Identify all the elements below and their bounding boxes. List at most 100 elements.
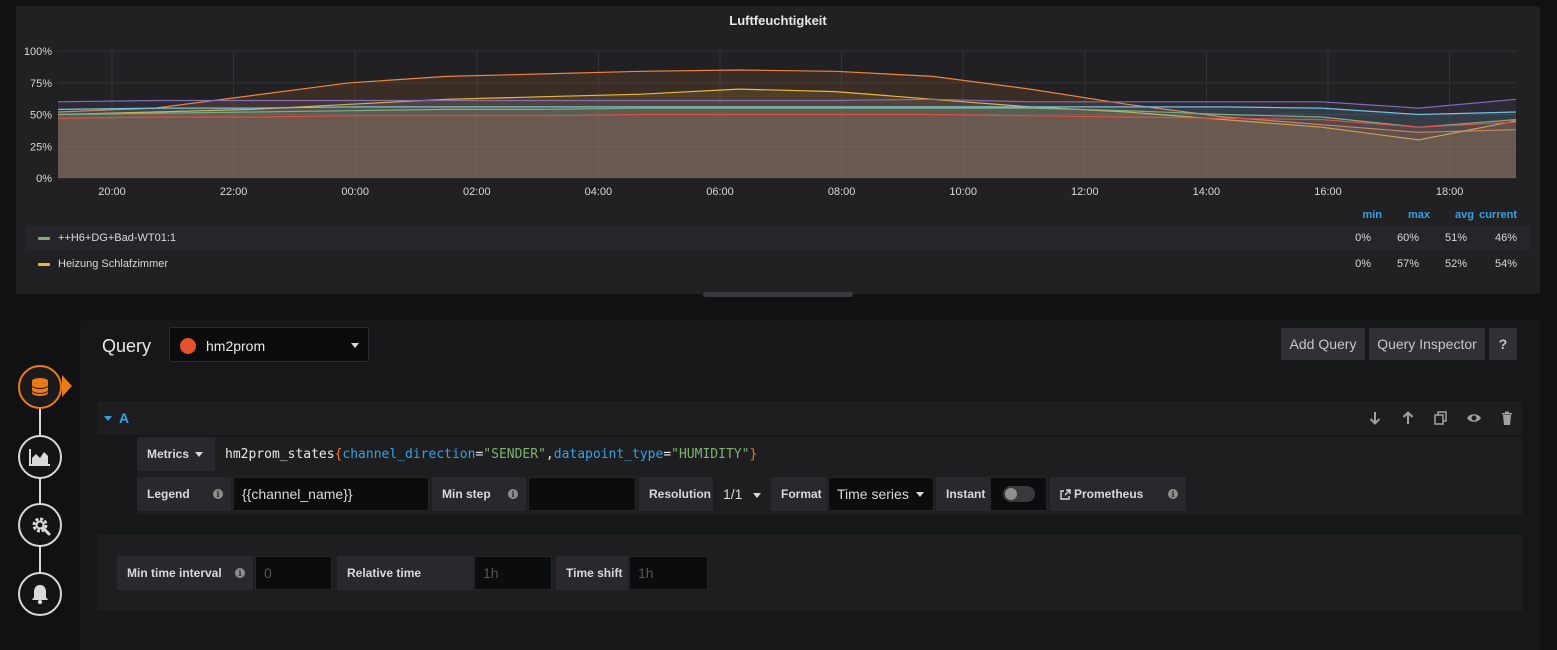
- resolution-label: Resolution: [639, 477, 713, 511]
- relative-time-input[interactable]: 1h: [474, 556, 552, 590]
- area-chart-icon: [29, 449, 50, 466]
- nav-general-button[interactable]: [18, 503, 62, 547]
- min-interval-label-text: Min time interval: [127, 566, 222, 580]
- info-icon[interactable]: i: [213, 489, 223, 499]
- x-tick-label: 18:00: [1436, 186, 1464, 198]
- legend-row[interactable]: Heizung Schlafzimmer 0% 57% 52% 54%: [26, 252, 1530, 276]
- relative-time-label: Relative time: [337, 556, 473, 590]
- y-tick-label: 50%: [30, 110, 52, 122]
- legend-min: 0%: [1355, 232, 1371, 244]
- x-tick-label: 16:00: [1314, 186, 1342, 198]
- info-icon[interactable]: i: [1168, 489, 1178, 499]
- expr-label-key: channel_direction: [342, 446, 476, 462]
- min-step-input[interactable]: [528, 477, 636, 511]
- query-ref-id[interactable]: A: [119, 410, 129, 426]
- query-inspector-button[interactable]: Query Inspector: [1369, 328, 1485, 360]
- query-builder: Metrics hm2prom_states{channel_direction…: [137, 437, 1522, 515]
- legend-label-text: Legend: [147, 487, 190, 501]
- prometheus-link[interactable]: Prometheus i: [1050, 477, 1186, 511]
- legend-color-swatch[interactable]: [38, 237, 50, 240]
- legend-header-avg[interactable]: avg: [1430, 209, 1474, 221]
- expr-operator: =: [663, 446, 672, 462]
- min-step-field-label: Min step i: [432, 477, 526, 511]
- legend-current: 54%: [1494, 258, 1517, 270]
- nav-connector-line: [39, 400, 41, 600]
- x-tick-label: 08:00: [828, 186, 856, 198]
- expr-label-value: "SENDER": [483, 446, 546, 462]
- x-tick-label: 12:00: [1071, 186, 1099, 198]
- expr-metric-name: hm2prom_states: [225, 446, 335, 462]
- toggle-knob: [1005, 488, 1017, 500]
- chevron-down-icon: [351, 343, 359, 348]
- info-icon[interactable]: i: [508, 489, 518, 499]
- gear-wrench-icon: [32, 517, 51, 536]
- format-label: Format: [771, 477, 827, 511]
- legend-current: 46%: [1494, 232, 1517, 244]
- nav-visualization-button[interactable]: [18, 435, 62, 479]
- panel-resize-handle[interactable]: [703, 292, 853, 297]
- instant-label: Instant: [936, 477, 990, 511]
- min-step-label-text: Min step: [442, 487, 491, 501]
- legend-header-min[interactable]: min: [1334, 209, 1382, 221]
- legend-header-max[interactable]: max: [1382, 209, 1430, 221]
- query-row-header[interactable]: A: [97, 401, 1522, 435]
- nav-queries-button[interactable]: [18, 365, 62, 409]
- min-interval-field-label: Min time interval i: [117, 556, 253, 590]
- legend-series-name[interactable]: ++H6+DG+Bad-WT01:1: [58, 232, 176, 244]
- expr-operator: =: [475, 446, 484, 462]
- legend-header-current[interactable]: current: [1474, 209, 1517, 221]
- prometheus-icon: [180, 338, 196, 354]
- query-section-title: Query: [102, 336, 152, 356]
- legend-max: 57%: [1396, 258, 1419, 270]
- instant-toggle-container: [990, 477, 1047, 511]
- resolution-value: 1/1: [723, 486, 743, 502]
- legend-color-swatch[interactable]: [38, 263, 50, 266]
- y-tick-label: 25%: [30, 141, 52, 153]
- expr-brace: {: [334, 446, 343, 462]
- legend-row[interactable]: ++H6+DG+Bad-WT01:1 0% 60% 51% 46%: [26, 226, 1530, 250]
- legend-series-name[interactable]: Heizung Schlafzimmer: [58, 258, 168, 270]
- legend-avg: 52%: [1444, 258, 1467, 270]
- expr-label-key: datapoint_type: [553, 446, 664, 462]
- promql-expression-input[interactable]: hm2prom_states{channel_direction = "SENDER…: [217, 437, 757, 471]
- x-tick-label: 02:00: [463, 186, 491, 198]
- legend-min: 0%: [1355, 258, 1371, 270]
- add-query-button[interactable]: Add Query: [1281, 328, 1365, 360]
- legend-format-input[interactable]: {{channel_name}}: [233, 477, 429, 511]
- expr-comma: ,: [545, 446, 554, 462]
- format-value: Time series: [837, 486, 909, 502]
- prometheus-link-text: Prometheus: [1074, 487, 1144, 501]
- metrics-label: Metrics: [147, 447, 190, 461]
- move-up-icon[interactable]: [1400, 410, 1416, 426]
- info-icon[interactable]: i: [235, 568, 245, 578]
- x-tick-label: 20:00: [98, 186, 126, 198]
- legend-avg: 51%: [1444, 232, 1467, 244]
- trash-icon[interactable]: [1499, 410, 1515, 426]
- move-down-icon[interactable]: [1367, 410, 1383, 426]
- metrics-dropdown[interactable]: Metrics: [137, 437, 215, 471]
- min-interval-input[interactable]: 0: [255, 556, 332, 590]
- external-link-icon: [1060, 488, 1071, 500]
- datasource-select[interactable]: hm2prom: [169, 327, 369, 362]
- duplicate-icon[interactable]: [1433, 410, 1449, 426]
- time-shift-input[interactable]: 1h: [629, 556, 708, 590]
- time-shift-label: Time shift: [556, 556, 628, 590]
- format-select[interactable]: Time series: [828, 477, 934, 511]
- y-tick-label: 100%: [24, 46, 52, 58]
- graph-panel: Luftfeuchtigkeit 100% 75% 50% 25% 0% 20:00 22:…: [16, 6, 1540, 294]
- active-nav-arrow: [62, 375, 72, 397]
- query-editor: Query hm2prom Add Query Query Inspector …: [80, 320, 1540, 650]
- collapse-caret-icon[interactable]: [104, 416, 112, 421]
- resolution-select[interactable]: 1/1: [714, 477, 770, 511]
- x-tick-label: 00:00: [341, 186, 369, 198]
- series-area: [58, 114, 1516, 178]
- eye-icon[interactable]: [1466, 410, 1482, 426]
- datasource-name: hm2prom: [206, 338, 266, 354]
- humidity-chart: 100% 75% 50% 25% 0% 20:00 22:00 00:00 02:00 04:00…: [24, 46, 1517, 198]
- chevron-down-icon: [753, 493, 761, 498]
- instant-toggle[interactable]: [1003, 486, 1035, 502]
- help-button[interactable]: ?: [1489, 328, 1517, 360]
- nav-alert-button[interactable]: [18, 572, 62, 616]
- expr-label-value: "HUMIDITY": [671, 446, 750, 462]
- query-options: Min time interval i 0 Relative time 1h T…: [97, 535, 1522, 611]
